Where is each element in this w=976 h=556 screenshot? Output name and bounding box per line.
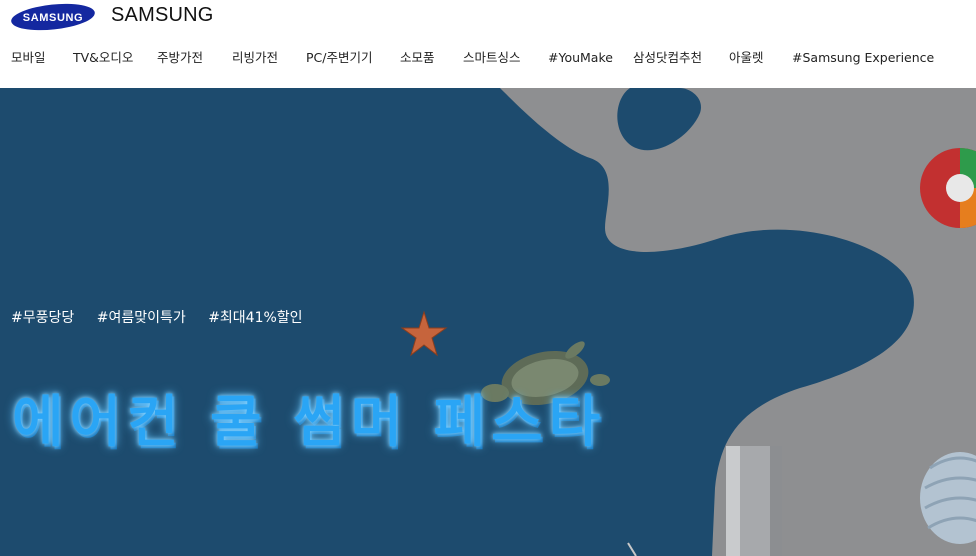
nav-item-living[interactable]: 리빙가전	[232, 46, 278, 70]
nav-item-smartthings[interactable]: 스마트싱스	[463, 46, 521, 70]
decoration-line	[627, 542, 637, 556]
logo-wordmark: SAMSUNG	[23, 12, 83, 24]
nav-item-experience[interactable]: #Samsung Experience	[792, 46, 934, 70]
nav-item-supplies[interactable]: 소모품	[400, 46, 435, 70]
samsung-logo[interactable]: SAMSUNG	[10, 3, 96, 31]
brand-title[interactable]: SAMSUNG	[111, 2, 214, 28]
nav-item-mobile[interactable]: 모바일	[11, 46, 46, 70]
starfish-icon	[400, 310, 448, 357]
nav-item-tv-audio[interactable]: TV&오디오	[73, 46, 133, 70]
site-header: SAMSUNG SAMSUNG 모바일 TV&오디오 주방가전 리빙가전 PC/…	[0, 0, 976, 88]
nav-item-pc[interactable]: PC/주변기기	[306, 46, 372, 70]
hero-headline: 에어컨 쿨 썸머 페스타	[12, 390, 607, 455]
nav-item-outlet[interactable]: 아울렛	[729, 46, 764, 70]
hashtag-1: #무풍당당	[11, 310, 75, 326]
hashtag-2: #여름맞이특가	[96, 310, 186, 326]
nav-item-kitchen[interactable]: 주방가전	[157, 46, 203, 70]
main-nav: 모바일 TV&오디오 주방가전 리빙가전 PC/주변기기 소모품 스마트싱스 #…	[0, 46, 976, 70]
nav-item-youmake[interactable]: #YouMake	[548, 46, 613, 70]
air-conditioner-icon	[726, 446, 782, 556]
nav-item-recommended[interactable]: 삼성닷컴추천	[633, 46, 702, 70]
samsung-logo-icon: SAMSUNG	[11, 3, 95, 31]
hero-hashtags: #무풍당당 #여름맞이특가 #최대41%할인	[11, 307, 321, 329]
hero-banner[interactable]: #무풍당당 #여름맞이특가 #최대41%할인 에어컨 쿨 썸머 페스타	[0, 88, 976, 556]
hashtag-3: #최대41%할인	[208, 310, 303, 326]
